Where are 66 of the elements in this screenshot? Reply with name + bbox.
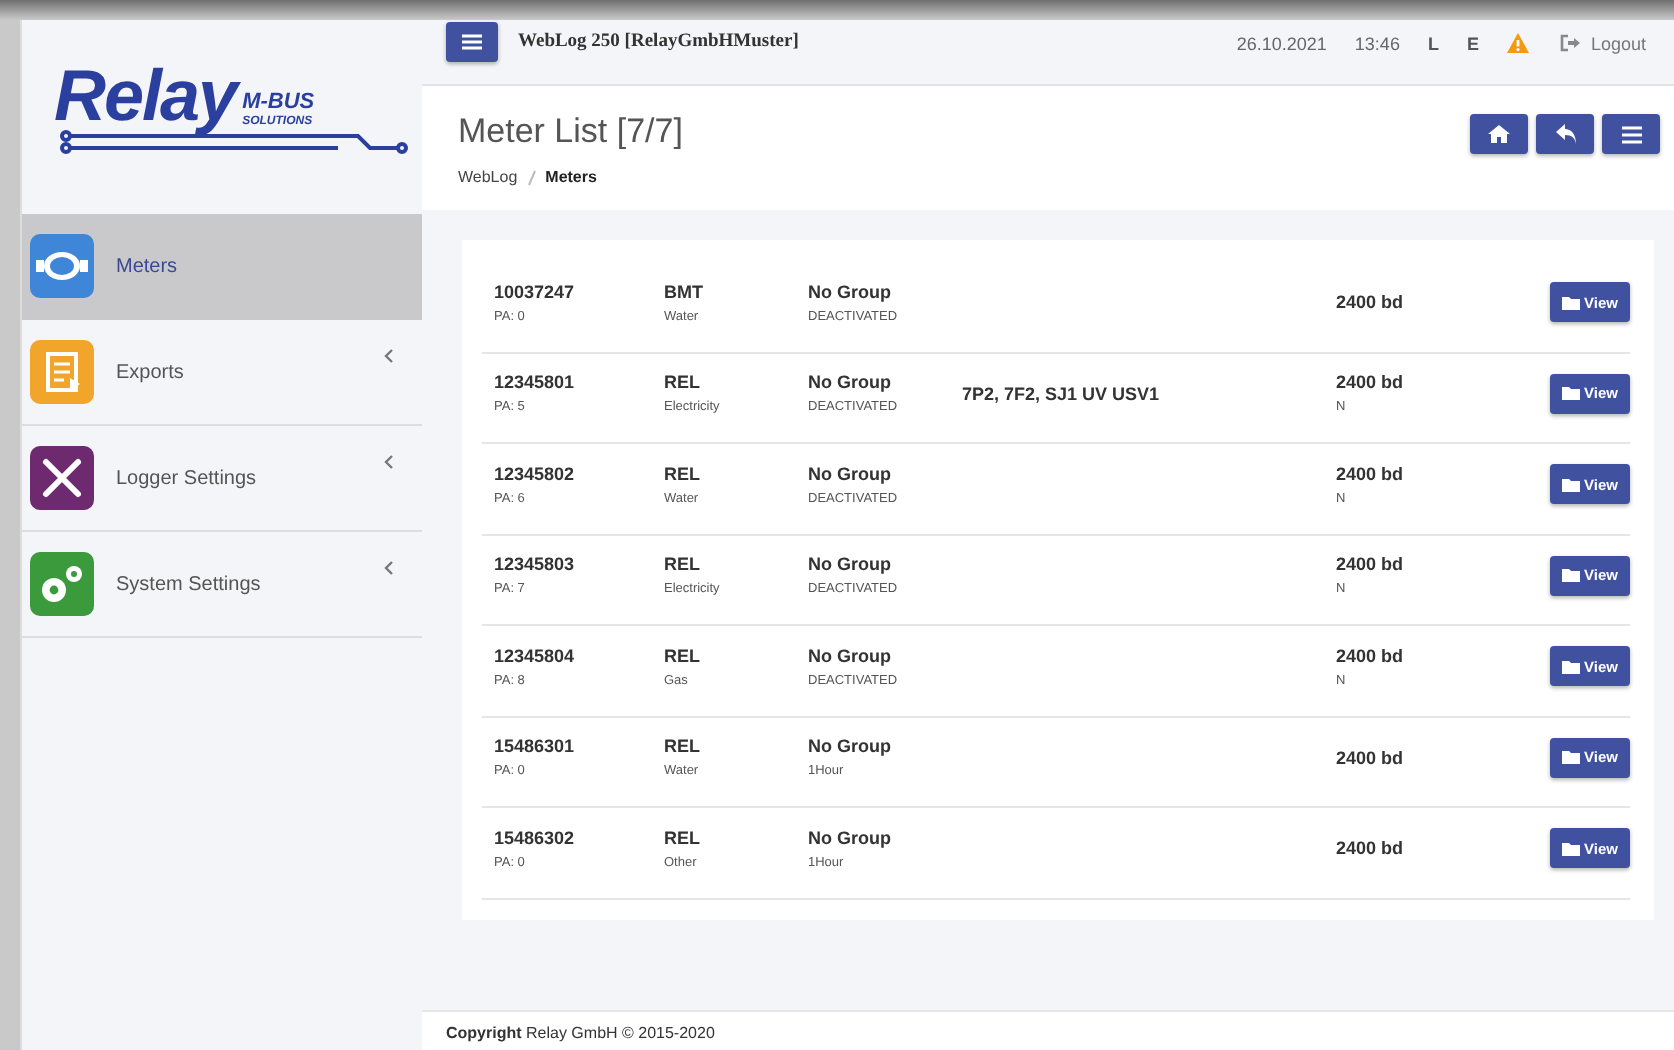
meter-icon [30,234,94,298]
breadcrumb-link[interactable]: WebLog [458,168,518,186]
app-title: WebLog 250 [RelayGmbHMuster] [518,31,799,51]
table-cell-text: No Group [808,463,893,483]
table-cell-text: 10037247 [494,281,577,301]
table-cell-text: 15486302 [494,827,577,847]
folder-icon [1562,386,1581,400]
table-cell-text: REL [664,463,702,483]
table-cell-text: 2400 bd [1336,747,1406,767]
table-cell-text: 12345803 [494,554,577,574]
sidebar-item[interactable]: Exports [22,320,422,426]
logo-tagline: M-BUS [242,92,315,114]
table-cell-text: 2400 bd [1336,292,1406,312]
back-button[interactable] [1536,114,1594,154]
table-cell-text: No Group [808,554,893,574]
sign-out-icon [1560,34,1581,52]
circuit-lines-icon [58,130,410,154]
table-cell-text: BMT [664,281,705,301]
warning-icon [1506,32,1531,54]
date-label: 26.10.2021 [1236,33,1327,53]
status-indicator: L [1427,33,1439,53]
table-cell-text: REL [664,554,702,574]
menu-button[interactable] [1602,114,1660,154]
table-cell-text: REL [664,827,702,847]
menu-icon [1621,125,1641,143]
reply-arrow-icon [1555,124,1575,144]
table-cell-text: REL [664,645,702,665]
table-cell-text: REL [664,372,702,392]
folder-icon [1562,841,1581,855]
table-cell-text: 12345801 [494,372,577,392]
table-cell-text: 7P2, 7F2, SJ1 UV USV1 [962,383,1162,403]
logout-link[interactable]: Logout [1560,33,1658,53]
menu-button[interactable] [446,21,498,61]
gears-icon [30,552,94,616]
sidebar-item[interactable]: Meters [22,214,422,320]
table-cell-text: 15486301 [494,736,577,756]
table-cell-text: No Group [808,281,893,301]
table-cell-text: No Group [808,372,893,392]
document-icon [30,340,94,404]
table-cell-text: 2400 bd [1336,645,1406,665]
table-cell-text: 12345804 [494,645,577,665]
tools-icon [30,446,94,510]
table-cell-text: 2400 bd [1336,372,1406,392]
folder-icon [1562,295,1581,309]
table-cell-text: 2400 bd [1336,554,1406,574]
table-cell-text: 2400 bd [1336,838,1406,858]
table-cell-text: No Group [808,645,893,665]
copyright-text: Copyright Relay GmbH © 2015-2020 [446,1024,715,1042]
sidebar-item[interactable]: Logger Settings [22,426,422,532]
folder-icon [1562,568,1581,582]
breadcrumb-separator-icon [527,169,536,185]
folder-icon [1562,750,1581,764]
status-indicator: E [1466,33,1479,53]
table-cell-text: No Group [808,827,893,847]
table-cell-text: No Group [808,736,893,756]
home-icon [1488,124,1510,144]
table-cell-text: 12345802 [494,463,577,483]
folder-icon [1562,659,1581,673]
page-title: Meter List [7/7] [458,110,683,154]
folder-icon [1562,477,1581,491]
table-cell-text: REL [664,736,702,756]
home-button[interactable] [1470,114,1528,154]
table-cell-text: 2400 bd [1336,463,1406,483]
time-label: 13:46 [1354,33,1400,53]
sidebar-item[interactable]: System Settings [22,532,422,638]
menu-icon [462,33,482,49]
